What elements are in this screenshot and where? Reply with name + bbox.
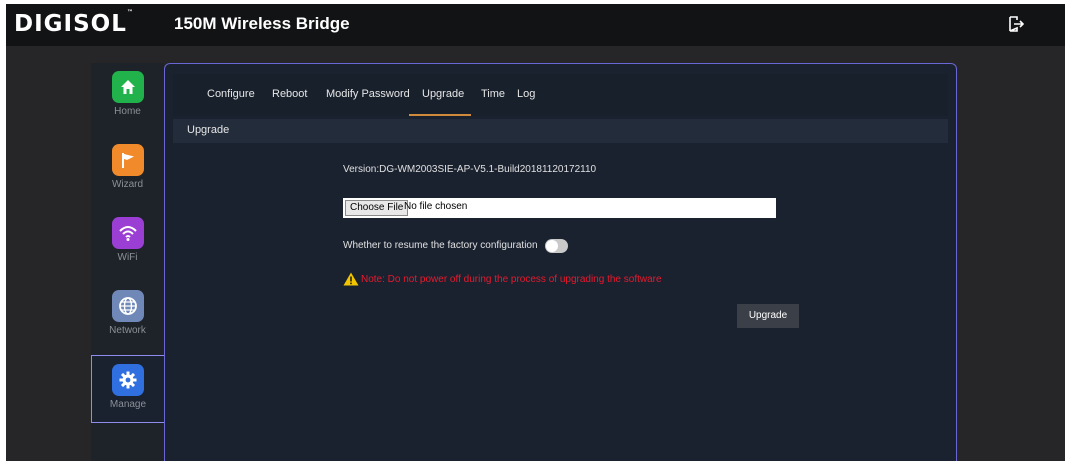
- tab-log[interactable]: Log: [517, 88, 535, 100]
- upgrade-button[interactable]: Upgrade: [737, 304, 799, 328]
- flag-icon: [111, 144, 144, 176]
- sidebar-item-label: WiFi: [117, 252, 138, 263]
- sidebar: Home Wizard WiFi Network Manage: [91, 63, 164, 461]
- sidebar-item-wizard[interactable]: Wizard: [91, 136, 164, 204]
- firmware-version: Version:DG-WM2003SIE-AP-V5.1-Build201811…: [343, 164, 597, 175]
- brand-logo: DIGISOL™: [14, 9, 134, 37]
- sidebar-item-label: Manage: [109, 399, 147, 410]
- resume-factory-label: Whether to resume the factory configurat…: [343, 240, 538, 251]
- app-window: DIGISOL™ 150M Wireless Bridge Home Wizar…: [6, 4, 1065, 461]
- warning-text: Note: Do not power off during the proces…: [361, 273, 662, 285]
- sidebar-item-wifi[interactable]: WiFi: [91, 209, 164, 277]
- section-header: Upgrade: [173, 119, 948, 143]
- logout-button[interactable]: [1006, 14, 1026, 34]
- toggle-knob: [546, 240, 558, 252]
- browser-frame: DIGISOL™ 150M Wireless Bridge Home Wizar…: [0, 0, 1065, 461]
- home-icon: [111, 71, 144, 103]
- warning-icon: [343, 272, 359, 286]
- top-bar: DIGISOL™ 150M Wireless Bridge: [6, 4, 1065, 46]
- active-tab-indicator: [409, 114, 471, 116]
- resume-factory-toggle[interactable]: [545, 239, 568, 253]
- tab-upgrade[interactable]: Upgrade: [422, 88, 464, 100]
- tab-modify-password[interactable]: Modify Password: [326, 88, 410, 100]
- app-title: 150M Wireless Bridge: [174, 14, 350, 33]
- tab-reboot[interactable]: Reboot: [272, 88, 307, 100]
- section-title: Upgrade: [187, 124, 230, 136]
- brand-trademark: ™: [126, 9, 134, 16]
- content-panel: Configure Reboot Modify Password Upgrade…: [164, 63, 957, 461]
- sidebar-item-network[interactable]: Network: [91, 282, 164, 350]
- sidebar-item-label: Wizard: [111, 179, 144, 190]
- sidebar-item-label: Network: [109, 325, 146, 336]
- sidebar-item-label: Home: [114, 106, 141, 117]
- file-status: No file chosen: [404, 201, 468, 212]
- sidebar-item-home[interactable]: Home: [91, 63, 164, 131]
- sidebar-item-manage[interactable]: Manage: [91, 355, 164, 423]
- logout-icon: [1009, 16, 1025, 32]
- file-input[interactable]: Choose File No file chosen: [343, 198, 776, 218]
- choose-file-button[interactable]: Choose File: [345, 200, 409, 216]
- gear-icon: [112, 364, 144, 396]
- tab-configure[interactable]: Configure: [207, 88, 255, 100]
- brand-name: DIGISOL: [14, 11, 127, 37]
- globe-icon: [111, 290, 144, 322]
- wifi-icon: [111, 217, 144, 249]
- tab-bar: Configure Reboot Modify Password Upgrade…: [173, 74, 948, 116]
- tab-time[interactable]: Time: [481, 88, 505, 100]
- upgrade-warning: Note: Do not power off during the proces…: [343, 272, 662, 286]
